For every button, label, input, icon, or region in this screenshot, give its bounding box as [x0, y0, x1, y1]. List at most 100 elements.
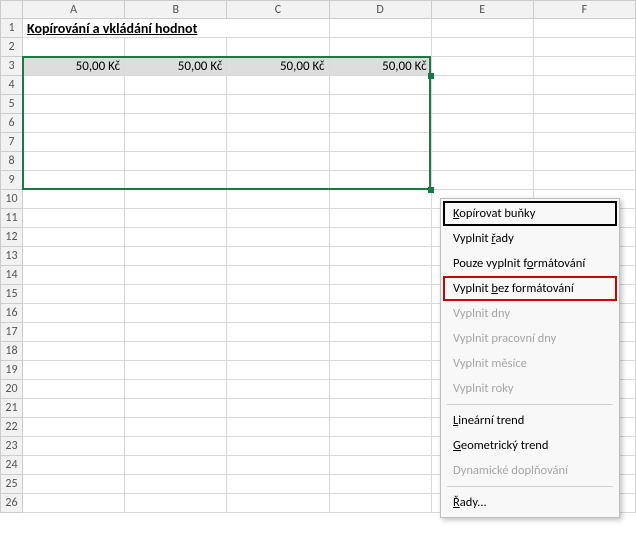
cell-E8[interactable]	[431, 152, 533, 171]
cell-D1[interactable]	[329, 19, 431, 38]
cell-A23[interactable]	[23, 437, 125, 456]
cell-E5[interactable]	[431, 95, 533, 114]
col-header-C[interactable]: C	[227, 1, 329, 19]
cell-B25[interactable]	[125, 475, 227, 494]
cell-A17[interactable]	[23, 323, 125, 342]
cell-F6[interactable]	[533, 114, 635, 133]
cell-C12[interactable]	[227, 228, 329, 247]
cell-F8[interactable]	[533, 152, 635, 171]
cell-C3[interactable]: 50,00 Kč	[227, 57, 329, 76]
row-header-22[interactable]: 22	[1, 418, 23, 437]
cell-D12[interactable]	[329, 228, 431, 247]
cell-D23[interactable]	[329, 437, 431, 456]
cell-B26[interactable]	[125, 494, 227, 513]
menu-item[interactable]: Vyplnit řady	[443, 226, 617, 251]
cell-E1[interactable]	[431, 19, 533, 38]
menu-item[interactable]: Vyplnit bez formátování	[443, 276, 617, 301]
cell-C8[interactable]	[227, 152, 329, 171]
cell-C21[interactable]	[227, 399, 329, 418]
menu-item[interactable]: Kopírovat buňky	[443, 201, 617, 226]
cell-B7[interactable]	[125, 133, 227, 152]
row-header-9[interactable]: 9	[1, 171, 23, 190]
cell-A2[interactable]	[23, 38, 125, 57]
cell-D21[interactable]	[329, 399, 431, 418]
cell-D2[interactable]	[329, 38, 431, 57]
row-header-11[interactable]: 11	[1, 209, 23, 228]
cell-C26[interactable]	[227, 494, 329, 513]
cell-E7[interactable]	[431, 133, 533, 152]
cell-B19[interactable]	[125, 361, 227, 380]
cell-C7[interactable]	[227, 133, 329, 152]
row-header-7[interactable]: 7	[1, 133, 23, 152]
cell-C22[interactable]	[227, 418, 329, 437]
cell-D17[interactable]	[329, 323, 431, 342]
cell-E2[interactable]	[431, 38, 533, 57]
cell-B18[interactable]	[125, 342, 227, 361]
cell-C16[interactable]	[227, 304, 329, 323]
row-header-1[interactable]: 1	[1, 19, 23, 38]
row-header-15[interactable]: 15	[1, 285, 23, 304]
row-header-14[interactable]: 14	[1, 266, 23, 285]
cell-D4[interactable]	[329, 76, 431, 95]
cell-C13[interactable]	[227, 247, 329, 266]
fill-handle[interactable]	[428, 187, 434, 193]
col-header-D[interactable]: D	[329, 1, 431, 19]
col-header-E[interactable]: E	[431, 1, 533, 19]
cell-A10[interactable]	[23, 190, 125, 209]
cell-A24[interactable]	[23, 456, 125, 475]
row-header-21[interactable]: 21	[1, 399, 23, 418]
row-header-5[interactable]: 5	[1, 95, 23, 114]
cell-B3[interactable]: 50,00 Kč	[125, 57, 227, 76]
cell-D24[interactable]	[329, 456, 431, 475]
row-header-23[interactable]: 23	[1, 437, 23, 456]
row-header-17[interactable]: 17	[1, 323, 23, 342]
cell-D5[interactable]	[329, 95, 431, 114]
row-header-2[interactable]: 2	[1, 38, 23, 57]
cell-C15[interactable]	[227, 285, 329, 304]
cell-C18[interactable]	[227, 342, 329, 361]
cell-A5[interactable]	[23, 95, 125, 114]
cell-C17[interactable]	[227, 323, 329, 342]
row-header-8[interactable]: 8	[1, 152, 23, 171]
cell-D19[interactable]	[329, 361, 431, 380]
cell-F3[interactable]	[533, 57, 635, 76]
cell-B16[interactable]	[125, 304, 227, 323]
cell-D13[interactable]	[329, 247, 431, 266]
cell-A4[interactable]	[23, 76, 125, 95]
cell-A25[interactable]	[23, 475, 125, 494]
cell-D14[interactable]	[329, 266, 431, 285]
select-all-corner[interactable]	[1, 1, 23, 19]
cell-D7[interactable]	[329, 133, 431, 152]
cell-D22[interactable]	[329, 418, 431, 437]
cell-C10[interactable]	[227, 190, 329, 209]
cell-C19[interactable]	[227, 361, 329, 380]
cell-E9[interactable]	[431, 171, 533, 190]
row-header-4[interactable]: 4	[1, 76, 23, 95]
cell-D8[interactable]	[329, 152, 431, 171]
row-header-13[interactable]: 13	[1, 247, 23, 266]
row-header-19[interactable]: 19	[1, 361, 23, 380]
cell-B8[interactable]	[125, 152, 227, 171]
cell-B24[interactable]	[125, 456, 227, 475]
cell-B17[interactable]	[125, 323, 227, 342]
row-header-25[interactable]: 25	[1, 475, 23, 494]
cell-D15[interactable]	[329, 285, 431, 304]
cell-C23[interactable]	[227, 437, 329, 456]
row-header-24[interactable]: 24	[1, 456, 23, 475]
cell-B20[interactable]	[125, 380, 227, 399]
row-header-18[interactable]: 18	[1, 342, 23, 361]
cell-A12[interactable]	[23, 228, 125, 247]
cell-C2[interactable]	[227, 38, 329, 57]
cell-D20[interactable]	[329, 380, 431, 399]
cell-B2[interactable]	[125, 38, 227, 57]
cell-C25[interactable]	[227, 475, 329, 494]
cell-B23[interactable]	[125, 437, 227, 456]
cell-B14[interactable]	[125, 266, 227, 285]
cell-B13[interactable]	[125, 247, 227, 266]
cell-D10[interactable]	[329, 190, 431, 209]
cell-B21[interactable]	[125, 399, 227, 418]
autofill-context-menu[interactable]: Kopírovat buňkyVyplnit řadyPouze vyplnit…	[440, 198, 620, 518]
cell-A19[interactable]	[23, 361, 125, 380]
cell-B9[interactable]	[125, 171, 227, 190]
cell-E4[interactable]	[431, 76, 533, 95]
